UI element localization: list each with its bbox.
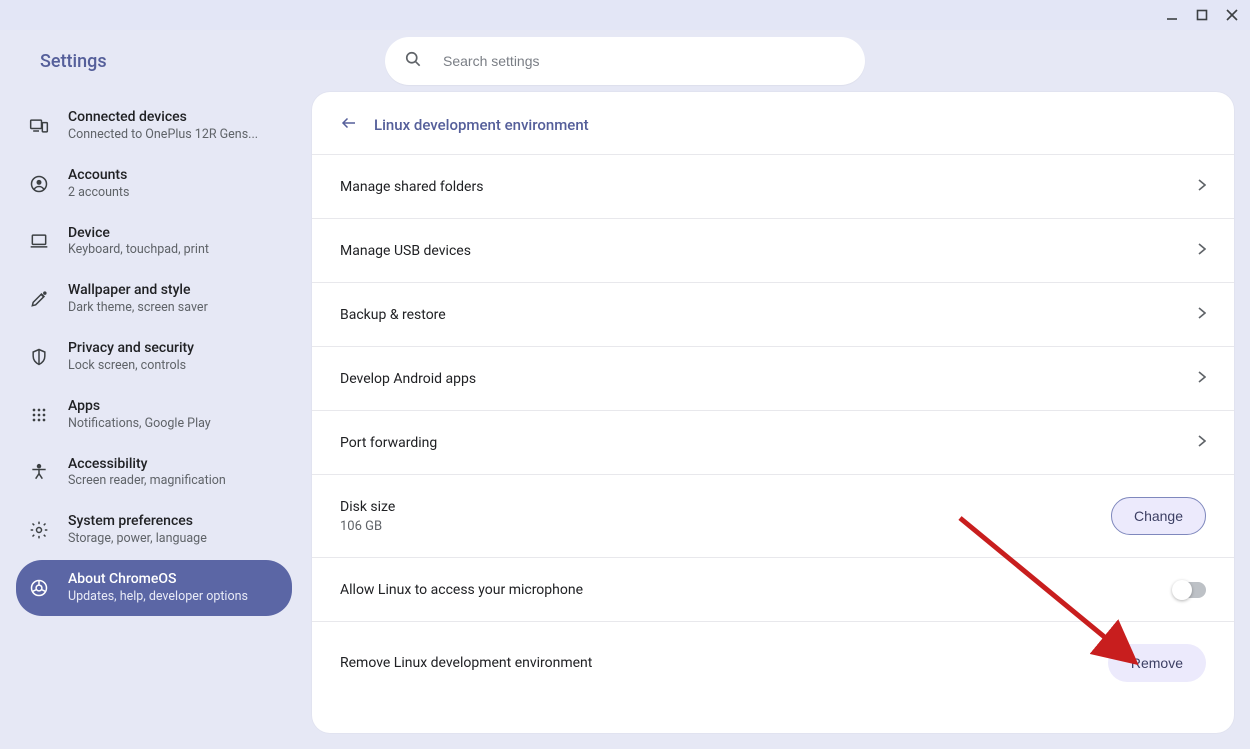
row-remove-linux: Remove Linux development environment Rem… [312,621,1234,704]
row-port-forwarding[interactable]: Port forwarding [312,410,1234,474]
row-shared-folders[interactable]: Manage shared folders [312,154,1234,218]
settings-sidebar: Connected devices Connected to OnePlus 1… [16,92,292,733]
sidebar-item-privacy[interactable]: Privacy and security Lock screen, contro… [16,329,292,385]
laptop-icon [28,230,50,252]
sidebar-item-about[interactable]: About ChromeOS Updates, help, developer … [16,560,292,616]
row-label: Manage shared folders [340,179,483,195]
sidebar-item-sublabel: Storage, power, language [68,531,207,548]
chevron-right-icon [1198,307,1206,323]
sidebar-item-label: Accessibility [68,455,226,474]
brush-icon [28,288,50,310]
window-titlebar [0,0,1250,30]
chrome-icon [28,577,50,599]
chevron-right-icon [1198,371,1206,387]
sidebar-item-wallpaper[interactable]: Wallpaper and style Dark theme, screen s… [16,271,292,327]
sidebar-item-system[interactable]: System preferences Storage, power, langu… [16,502,292,558]
sidebar-item-label: System preferences [68,512,207,531]
remove-linux-button[interactable]: Remove [1108,644,1206,682]
sidebar-item-sublabel: Screen reader, magnification [68,473,226,490]
row-label: Remove Linux development environment [340,655,592,671]
account-icon [28,173,50,195]
row-label: Backup & restore [340,307,446,323]
settings-detail-panel: Linux development environment Manage sha… [312,92,1234,733]
chevron-right-icon [1198,243,1206,259]
shield-icon [28,346,50,368]
sidebar-item-sublabel: Updates, help, developer options [68,589,248,606]
window-close-button[interactable] [1224,7,1240,23]
row-label: Disk size [340,499,395,515]
apps-grid-icon [28,404,50,426]
window-minimize-button[interactable] [1164,7,1180,23]
devices-icon [28,115,50,137]
page-title: Linux development environment [374,116,589,134]
row-label: Develop Android apps [340,371,476,387]
chevron-right-icon [1198,179,1206,195]
sidebar-item-label: Wallpaper and style [68,281,208,300]
app-title: Settings [0,51,107,72]
sidebar-item-sublabel: 2 accounts [68,185,129,202]
row-microphone-access: Allow Linux to access your microphone [312,557,1234,621]
accessibility-icon [28,461,50,483]
change-disk-button[interactable]: Change [1111,497,1206,535]
app-header: Settings [0,30,1250,92]
sidebar-item-apps[interactable]: Apps Notifications, Google Play [16,387,292,443]
sidebar-item-sublabel: Notifications, Google Play [68,416,211,433]
row-label: Allow Linux to access your microphone [340,582,583,598]
sidebar-item-sublabel: Keyboard, touchpad, print [68,242,209,259]
sidebar-item-label: Connected devices [68,108,258,127]
sidebar-item-connected-devices[interactable]: Connected devices Connected to OnePlus 1… [16,98,292,154]
search-box[interactable] [385,37,865,85]
row-usb-devices[interactable]: Manage USB devices [312,218,1234,282]
row-backup-restore[interactable]: Backup & restore [312,282,1234,346]
row-label: Port forwarding [340,435,437,451]
search-icon [403,49,423,73]
gear-icon [28,519,50,541]
sidebar-item-device[interactable]: Device Keyboard, touchpad, print [16,214,292,270]
sidebar-item-label: Privacy and security [68,339,194,358]
sidebar-item-sublabel: Dark theme, screen saver [68,300,208,317]
window-maximize-button[interactable] [1194,7,1210,23]
row-label: Manage USB devices [340,243,471,259]
sidebar-item-accounts[interactable]: Accounts 2 accounts [16,156,292,212]
sidebar-item-label: Accounts [68,166,129,185]
microphone-toggle[interactable] [1174,582,1206,598]
back-icon[interactable] [340,114,358,136]
sidebar-item-label: About ChromeOS [68,570,248,589]
chevron-right-icon [1198,435,1206,451]
page-header: Linux development environment [312,92,1234,154]
sidebar-item-accessibility[interactable]: Accessibility Screen reader, magnificati… [16,445,292,501]
sidebar-item-sublabel: Connected to OnePlus 12R Gens... [68,127,258,144]
search-input[interactable] [441,52,847,70]
sidebar-item-sublabel: Lock screen, controls [68,358,194,375]
disk-size-value: 106 GB [340,519,395,534]
row-develop-android[interactable]: Develop Android apps [312,346,1234,410]
sidebar-item-label: Apps [68,397,211,416]
sidebar-item-label: Device [68,224,209,243]
row-disk-size: Disk size 106 GB Change [312,474,1234,557]
